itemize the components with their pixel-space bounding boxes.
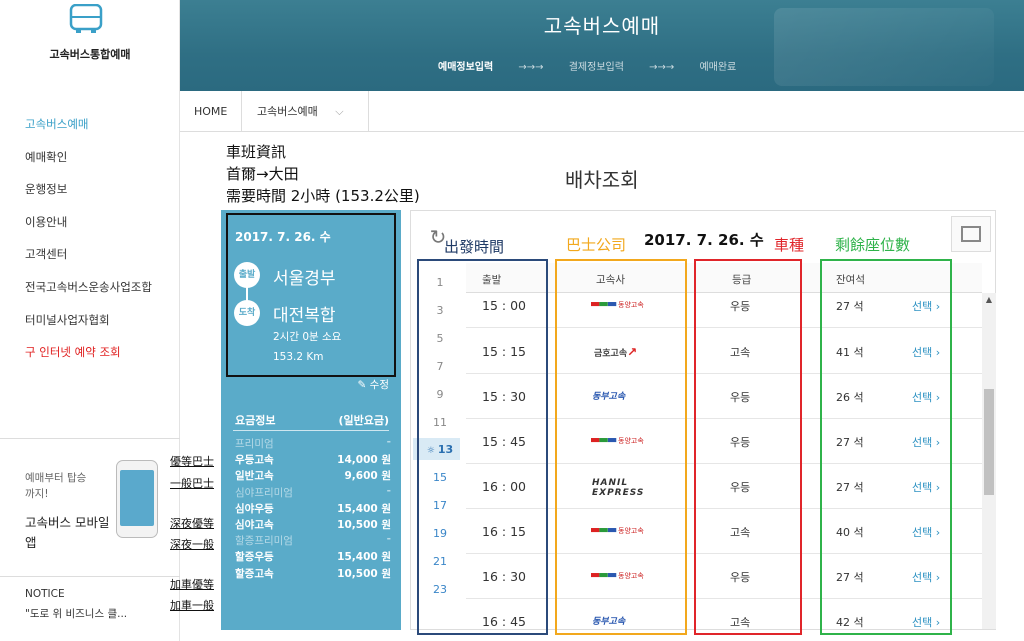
fare-divider bbox=[233, 430, 389, 431]
calendar-button[interactable] bbox=[951, 216, 991, 252]
annotation-fare-label: 加車一般 bbox=[170, 599, 214, 612]
annotation-fare-label: 優等巴士 bbox=[170, 455, 214, 468]
mobile-app-tagline: 예매부터 탑승까지! bbox=[25, 472, 87, 500]
breadcrumb: HOME 고속버스예매 ⌵ bbox=[180, 91, 1024, 132]
sidebar-item-old-booking[interactable]: 구 인터넷 예약 조회 bbox=[25, 344, 152, 377]
annotation-box-trip bbox=[226, 213, 396, 377]
annotation-fare-label: 加車優等 bbox=[170, 578, 214, 591]
annotation-box-company bbox=[555, 259, 687, 635]
fare-item: 할증우등 15,400 원 bbox=[235, 551, 391, 564]
mobile-app-title[interactable]: 고속버스 모바일앱 bbox=[25, 513, 120, 553]
sidebar-item-bus-booking[interactable]: 고속버스예매 bbox=[25, 116, 152, 149]
sidebar-divider bbox=[0, 438, 180, 439]
notice-divider bbox=[0, 576, 180, 577]
sidebar-item-bus-union[interactable]: 전국고속버스운송사업조합 bbox=[25, 279, 152, 312]
phone-screen bbox=[120, 470, 154, 526]
sidebar-item-booking-check[interactable]: 예매확인 bbox=[25, 149, 152, 182]
bus-icon bbox=[69, 4, 103, 33]
annotation-trip-info: 車班資訊 首爾→大田 需要時間 2小時 (153.2公里) bbox=[226, 141, 420, 207]
scroll-up-icon[interactable]: ▲ bbox=[982, 293, 996, 307]
step-complete: 예매완료 bbox=[699, 62, 737, 73]
fare-list: 프리미엄 - 우등고속 14,000 원 일반고속 9,600 원 심야프리미엄 - 심… bbox=[235, 436, 391, 582]
left-sidebar: 고속버스통합예매 고속버스예매 예매확인 운행정보 이용안내 고객센터 전국고속… bbox=[0, 0, 180, 641]
annotation-fare-label: 一般巴士 bbox=[170, 477, 214, 490]
annotation-seats-label: 剩餘座位數 bbox=[835, 236, 911, 254]
fare-subtitle: (일반요금) bbox=[338, 414, 389, 427]
annotation-line-1: 車班資訊 bbox=[226, 143, 287, 161]
logo-text: 고속버스통합예매 bbox=[49, 48, 131, 61]
annotation-company-label: 巴士公司 bbox=[566, 236, 627, 254]
page: 고속버스통합예매 고속버스예매 예매확인 운행정보 이용안내 고객센터 전국고속… bbox=[0, 0, 1024, 641]
annotation-grade-label: 車種 bbox=[774, 236, 805, 254]
fare-item: 일반고속 9,600 원 bbox=[235, 470, 391, 483]
breadcrumb-current-label: 고속버스예매 bbox=[257, 105, 318, 118]
banner-title: 고속버스예매 bbox=[543, 14, 661, 38]
step-payment-info: 결제정보입력 bbox=[568, 62, 624, 73]
fare-title: 요금정보 bbox=[235, 414, 276, 427]
step-arrow-icon: →→→ bbox=[649, 62, 675, 73]
calendar-icon bbox=[961, 226, 981, 242]
sidebar-item-route-info[interactable]: 운행정보 bbox=[25, 181, 152, 214]
sidebar-item-customer-center[interactable]: 고객센터 bbox=[25, 246, 152, 279]
annotation-box-grade bbox=[694, 259, 802, 635]
fare-item: 할증고속 10,500 원 bbox=[235, 567, 391, 580]
page-title: 배차조회 bbox=[565, 168, 639, 192]
annotation-fare-label: 深夜一般 bbox=[170, 538, 214, 551]
fare-item: 심야고속 10,500 원 bbox=[235, 518, 391, 531]
edit-button[interactable]: ✎ 수정 bbox=[358, 377, 389, 392]
phone-image[interactable] bbox=[116, 460, 158, 538]
annotation-departure-label: 出發時間 bbox=[444, 238, 505, 256]
breadcrumb-current[interactable]: 고속버스예매 ⌵ bbox=[243, 91, 369, 132]
fare-category: 프리미엄 - bbox=[235, 436, 391, 450]
annotation-line-2: 首爾→大田 bbox=[226, 165, 299, 183]
chevron-down-icon: ⌵ bbox=[335, 105, 344, 118]
sidebar-item-terminal-association[interactable]: 터미널사업자협회 bbox=[25, 312, 152, 345]
notice-link[interactable]: "도로 위 비즈니스 클... bbox=[25, 606, 127, 621]
sidebar-item-guide[interactable]: 이용안내 bbox=[25, 214, 152, 247]
fare-item: 심야우등 15,400 원 bbox=[235, 502, 391, 515]
annotation-line-3: 需要時間 2小時 (153.2公里) bbox=[226, 187, 420, 205]
site-logo[interactable]: 고속버스통합예매 bbox=[0, 0, 180, 90]
annotation-box-departure bbox=[417, 259, 548, 635]
fare-category: 심야프리미엄 - bbox=[235, 484, 391, 499]
timetable-scrollbar[interactable]: ▲ bbox=[982, 293, 996, 629]
header-banner: 고속버스예매 예매정보입력 →→→ 결제정보입력 →→→ 예매완료 bbox=[180, 0, 1024, 91]
annotation-box-seats bbox=[820, 259, 952, 635]
notice-title: NOTICE bbox=[25, 588, 65, 600]
scroll-thumb[interactable] bbox=[984, 389, 994, 495]
annotation-fare-label: 深夜優等 bbox=[170, 517, 214, 530]
step-arrow-icon: →→→ bbox=[518, 62, 544, 73]
fare-category: 할증프리미엄 - bbox=[235, 533, 391, 548]
fare-item: 우등고속 14,000 원 bbox=[235, 454, 391, 467]
timetable-date: 2017. 7. 26. 수 bbox=[644, 231, 764, 249]
sidebar-menu: 고속버스예매 예매확인 운행정보 이용안내 고객센터 전국고속버스운송사업조합 … bbox=[25, 116, 152, 377]
step-booking-info: 예매정보입력 bbox=[438, 62, 494, 73]
booking-steps: 예매정보입력 →→→ 결제정보입력 →→→ 예매완료 bbox=[438, 58, 758, 73]
breadcrumb-home[interactable]: HOME bbox=[180, 91, 243, 132]
